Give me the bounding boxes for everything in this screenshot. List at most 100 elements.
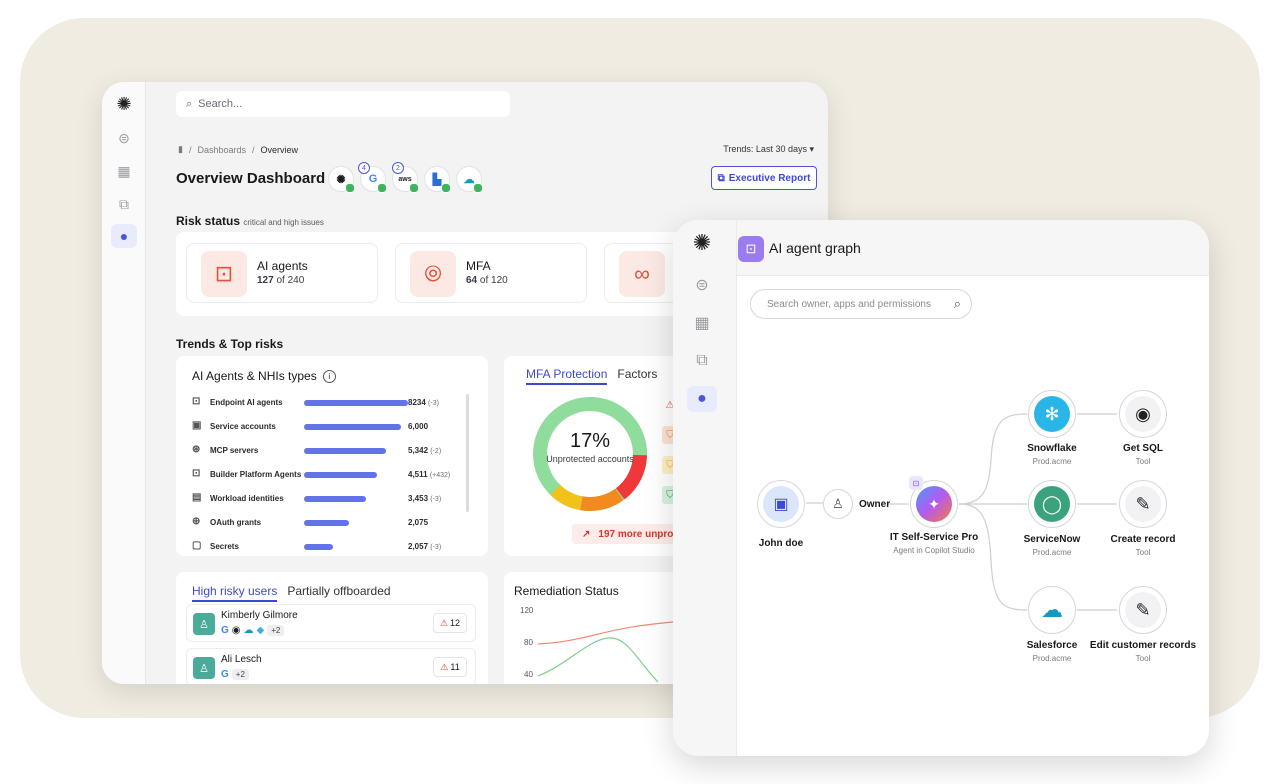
user-icon[interactable]: ● bbox=[111, 224, 137, 248]
risk-count-badge: ⚠ 12 bbox=[433, 613, 467, 633]
edit-records-node[interactable]: ✎ bbox=[1119, 586, 1167, 634]
nhi-row-bar bbox=[304, 424, 401, 430]
nhi-types-card: AI Agents & NHIs types i ⊡ Endpoint AI ag… bbox=[176, 356, 488, 556]
servicenow-node[interactable]: ◯ bbox=[1028, 480, 1076, 528]
id-card-icon: ▣ bbox=[763, 486, 799, 522]
warning-icon: ⚠ bbox=[439, 617, 449, 628]
nhi-row-label: Endpoint AI agents bbox=[210, 398, 283, 407]
salesforce-icon: ☁ bbox=[1034, 592, 1070, 628]
snowflake-node[interactable]: ✻ bbox=[1028, 390, 1076, 438]
y-tick: 120 bbox=[520, 606, 534, 615]
nhi-row[interactable]: ▢ Secrets 2,057 (-3) bbox=[192, 540, 452, 554]
user-row[interactable]: ♙ Ali Lesch G +2 ⚠ 11 bbox=[186, 648, 476, 684]
risk-status-heading: Risk status critical and high issues bbox=[176, 214, 324, 228]
google-icon: G bbox=[221, 625, 229, 636]
nhi-row-label: Service accounts bbox=[210, 422, 276, 431]
diamond-icon: ◆ bbox=[256, 625, 265, 636]
spy-icon: ∞ bbox=[619, 251, 665, 297]
nhi-row-value: 5,342 (-2) bbox=[408, 446, 442, 455]
fingerprint-icon: ⦾ bbox=[410, 251, 456, 297]
nhi-row-label: OAuth grants bbox=[210, 518, 262, 527]
robot-icon: ⊡ bbox=[201, 251, 247, 297]
nhi-type-icon: ⊕ bbox=[192, 516, 201, 527]
nhi-card-title: AI Agents & NHIs types bbox=[192, 369, 317, 383]
chart-icon: ▮ bbox=[178, 144, 183, 154]
salesforce-icon[interactable]: ☁ bbox=[456, 166, 483, 193]
y-tick: 40 bbox=[524, 670, 533, 679]
pencil-icon: ✎ bbox=[1125, 592, 1161, 628]
google-count-badge: 4 bbox=[358, 162, 370, 174]
trend-up-icon: ↗ bbox=[582, 528, 591, 540]
github-icon: ◉ bbox=[231, 625, 241, 636]
search-input[interactable]: ⌕ Search... bbox=[176, 91, 510, 117]
nhi-type-icon: ▤ bbox=[192, 492, 202, 503]
risky-users-card: High risky users Partially offboarded ♙ … bbox=[176, 572, 488, 684]
get-sql-node[interactable]: ◉ bbox=[1119, 390, 1167, 438]
agent-badge-icon: ⊡ bbox=[909, 476, 923, 490]
sidebar: ✺ ⊜ ▦ ⧉ ● bbox=[102, 82, 146, 684]
risk-count-badge: ⚠ 11 bbox=[433, 657, 467, 677]
user-row[interactable]: ♙ Kimberly Gilmore G ◉ ☁ ◆ +2 ⚠ 12 bbox=[186, 604, 476, 642]
nhi-row[interactable]: ⊛ MCP servers 5,342 (-2) bbox=[192, 444, 452, 458]
breadcrumb-dashboards[interactable]: Dashboards bbox=[197, 145, 246, 155]
nhi-row-label: MCP servers bbox=[210, 446, 259, 455]
add-widget-icon[interactable]: ▦ bbox=[111, 159, 137, 183]
nhi-row-bar bbox=[304, 544, 334, 550]
nhi-row-value: 6,000 bbox=[408, 422, 429, 431]
servicenow-icon: ◯ bbox=[1034, 486, 1070, 522]
nhi-type-icon: ▢ bbox=[192, 540, 202, 551]
tab-partially-offboarded[interactable]: Partially offboarded bbox=[287, 584, 390, 602]
executive-report-button[interactable]: ⧉ Executive Report bbox=[711, 166, 817, 190]
nhi-row-label: Secrets bbox=[210, 542, 239, 551]
nhi-row-bar bbox=[304, 472, 377, 478]
nhi-row[interactable]: ⊡ Builder Platform Agents 4,511 (+432) bbox=[192, 468, 452, 482]
nhi-row[interactable]: ⊕ OAuth grants 2,075 bbox=[192, 516, 452, 530]
user-avatar-icon: ♙ bbox=[193, 657, 215, 679]
nhi-row-bar bbox=[304, 448, 387, 454]
warning-icon: ⚠ bbox=[440, 661, 449, 672]
integrations-icon[interactable]: ⧉ bbox=[111, 192, 137, 216]
risk-card-ai-agents[interactable]: ⊡ AI agents 127 of 240 bbox=[186, 243, 378, 303]
azure-icon[interactable]: ▙ bbox=[424, 166, 451, 193]
nhi-type-icon: ⊛ bbox=[192, 444, 201, 455]
page-title: Overview Dashboard bbox=[176, 170, 326, 187]
logo-icon: ✺ bbox=[116, 93, 132, 114]
salesforce-icon: ☁ bbox=[243, 625, 254, 636]
nhi-row-label: Builder Platform Agents bbox=[210, 470, 302, 479]
remediation-title: Remediation Status bbox=[514, 584, 619, 598]
nhi-row-value: 4,511 (+432) bbox=[408, 470, 451, 479]
nhi-type-icon: ⊡ bbox=[192, 396, 201, 407]
tab-mfa-protection[interactable]: MFA Protection bbox=[526, 367, 608, 385]
breadcrumb: ▮ / Dashboards / Overview bbox=[178, 144, 299, 155]
trends-dropdown[interactable]: Trends: Last 30 days ▾ bbox=[723, 144, 814, 155]
search-icon: ⌕ bbox=[186, 97, 193, 110]
info-icon[interactable]: i bbox=[322, 369, 336, 383]
pencil-icon: ✎ bbox=[1125, 486, 1161, 522]
nhi-row-label: Workload identities bbox=[210, 494, 284, 503]
snowflake-icon: ✻ bbox=[1034, 396, 1070, 432]
trends-heading: Trends & Top risks bbox=[176, 337, 284, 351]
nhi-row-bar bbox=[304, 520, 349, 526]
salesforce-node[interactable]: ☁ bbox=[1028, 586, 1076, 634]
nhi-row[interactable]: ▤ Workload identities 3,453 (-3) bbox=[192, 492, 452, 506]
toggle-icon[interactable]: ⊜ bbox=[111, 126, 137, 150]
nhi-row[interactable]: ▣ Service accounts 6,000 bbox=[192, 420, 452, 434]
tab-factors[interactable]: Factors bbox=[617, 367, 657, 385]
okta-icon[interactable]: ✺ bbox=[328, 166, 355, 193]
copilot-icon: ✦ bbox=[916, 486, 952, 522]
user-avatar-icon: ♙ bbox=[193, 613, 215, 635]
create-record-node[interactable]: ✎ bbox=[1119, 480, 1167, 528]
y-tick: 80 bbox=[524, 638, 533, 647]
risk-card-mfa[interactable]: ⦾ MFA 64 of 120 bbox=[395, 243, 587, 303]
nhi-row-value: 2,057 (-3) bbox=[408, 542, 442, 551]
integrations-list: ✺ G aws ▙ ☁ bbox=[328, 166, 483, 193]
eye-icon: ◉ bbox=[1125, 396, 1161, 432]
scrollbar[interactable] bbox=[466, 394, 469, 512]
nhi-row[interactable]: ⊡ Endpoint AI agents 8234 (-3) bbox=[192, 396, 452, 410]
series-line-green bbox=[538, 637, 659, 683]
tab-high-risky-users[interactable]: High risky users bbox=[192, 584, 278, 602]
unprotected-percent: 17% bbox=[569, 430, 611, 452]
unprotected-label: Unprotected accounts bbox=[546, 454, 634, 464]
owner-icon: ♙ bbox=[823, 489, 853, 519]
john-doe-node[interactable]: ▣ bbox=[757, 480, 805, 528]
